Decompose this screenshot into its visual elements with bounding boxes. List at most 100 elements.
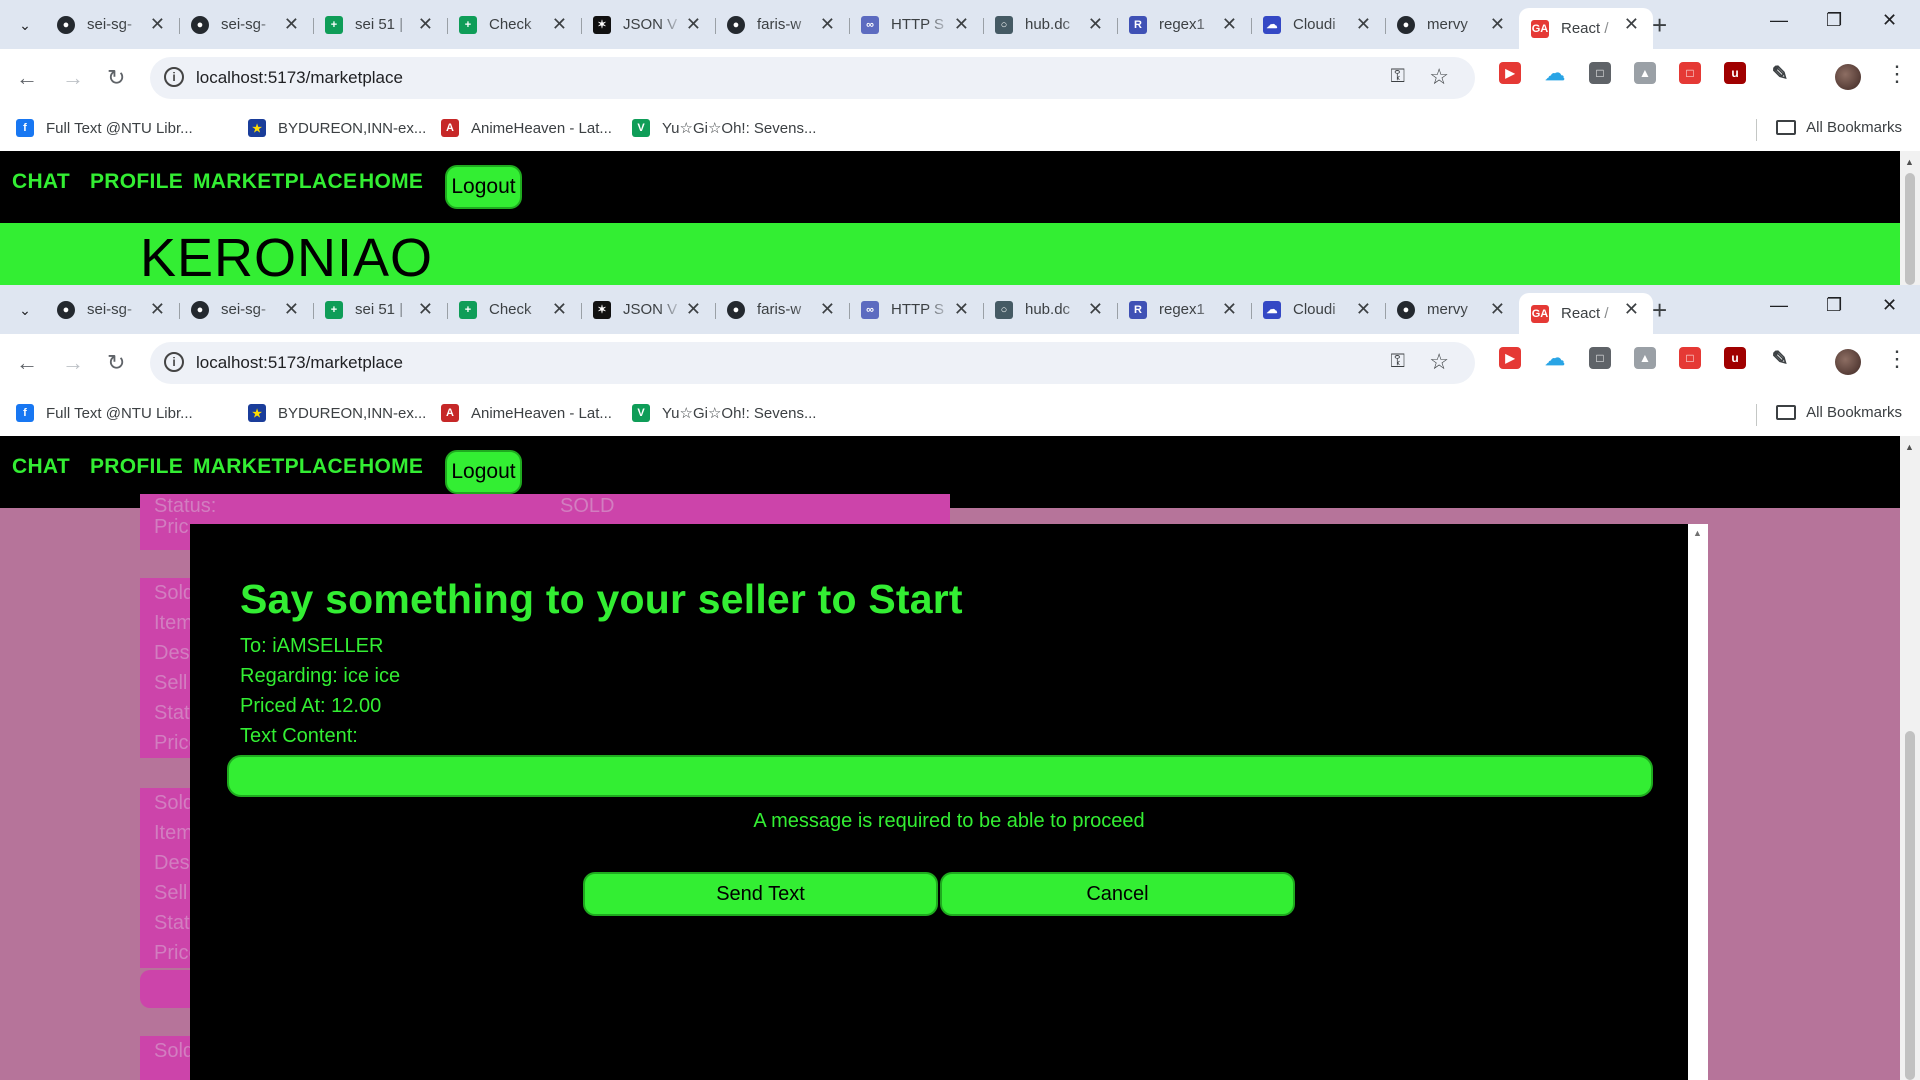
tab-close-icon[interactable]: ✕ (284, 299, 299, 320)
tab-close-icon[interactable]: ✕ (820, 299, 835, 320)
puzzle-piece-extension-icon[interactable]: ▲ (1634, 62, 1656, 84)
video-extension-icon[interactable]: ▶ (1499, 62, 1521, 84)
browser-tab[interactable]: ✶ JSON V ✕ (581, 293, 715, 326)
bookmark-item[interactable]: ★ BYDUREON,INN-ex... (248, 119, 426, 137)
new-tab-plus-icon[interactable]: + (1652, 295, 1667, 326)
tab-close-icon[interactable]: ✕ (954, 299, 969, 320)
tab-close-icon[interactable]: ✕ (1088, 299, 1103, 320)
browser-tab[interactable]: + Check ✕ (447, 8, 581, 41)
browser-tab[interactable]: ● mervy ✕ (1385, 293, 1519, 326)
tab-close-icon[interactable]: ✕ (820, 14, 835, 35)
tab-close-icon[interactable]: ✕ (954, 14, 969, 35)
profile-avatar[interactable] (1835, 349, 1861, 375)
site-info-icon[interactable]: i (164, 352, 184, 372)
browser-tab[interactable]: + sei 51 | ✕ (313, 293, 447, 326)
tab-close-icon[interactable]: ✕ (1490, 14, 1505, 35)
puzzle-piece-extension-icon[interactable]: ▲ (1634, 347, 1656, 369)
menu-dots-icon[interactable]: ⋮ (1886, 61, 1908, 87)
tab-close-icon[interactable]: ✕ (284, 14, 299, 35)
menu-dots-icon[interactable]: ⋮ (1886, 346, 1908, 372)
nav-profile-link[interactable]: PROFILE (90, 455, 183, 479)
nav-chat-link[interactable]: CHAT (12, 455, 70, 479)
cloud-extension-icon[interactable]: ☁ (1544, 347, 1566, 370)
tab-close-icon[interactable]: ✕ (1222, 299, 1237, 320)
browser-tab[interactable]: ∞ HTTP S ✕ (849, 8, 983, 41)
browser-tab[interactable]: ☁ Cloudi ✕ (1251, 293, 1385, 326)
browser-tab[interactable]: ● sei-sg- ✕ (45, 8, 179, 41)
scroll-up-arrow-icon[interactable]: ▲ (1693, 528, 1702, 538)
message-input[interactable] (227, 755, 1653, 797)
browser-tab[interactable]: ● faris-w ✕ (715, 293, 849, 326)
browser-tab[interactable]: ● sei-sg- ✕ (45, 293, 179, 326)
browser-tab[interactable]: ✶ JSON V ✕ (581, 8, 715, 41)
tab-close-icon[interactable]: ✕ (418, 299, 433, 320)
browser-tab[interactable]: ● mervy ✕ (1385, 8, 1519, 41)
browser-tab[interactable]: Rregex1 ✕ (1117, 293, 1251, 326)
scroll-thumb[interactable] (1905, 731, 1915, 1080)
nav-home-link[interactable]: HOME (359, 455, 423, 479)
minimize-icon[interactable]: — (1770, 295, 1788, 316)
all-bookmarks-button[interactable]: All Bookmarks (1776, 119, 1902, 136)
password-key-icon[interactable]: ⚿ (1391, 66, 1405, 88)
scroll-up-arrow-icon[interactable]: ▲ (1905, 442, 1914, 452)
window-close-icon[interactable]: ✕ (1882, 295, 1897, 316)
minimize-icon[interactable]: — (1770, 10, 1788, 31)
browser-tab[interactable]: ● sei-sg- ✕ (179, 8, 313, 41)
tab-close-icon[interactable]: ✕ (686, 14, 701, 35)
cancel-button[interactable]: Cancel (940, 872, 1295, 916)
tab-close-icon[interactable]: ✕ (552, 299, 567, 320)
bookmark-star-icon[interactable]: ☆ (1429, 64, 1449, 90)
page-scrollbar[interactable]: ▲ (1900, 151, 1920, 285)
scroll-thumb[interactable] (1905, 173, 1915, 285)
restore-icon[interactable]: ❐ (1826, 295, 1842, 316)
address-bar[interactable]: i localhost:5173/marketplace ⚿ ☆ (150, 57, 1475, 99)
tab-close-icon[interactable]: ✕ (1356, 14, 1371, 35)
all-bookmarks-button[interactable]: All Bookmarks (1776, 404, 1902, 421)
video-extension-icon[interactable]: ▶ (1499, 347, 1521, 369)
tab-search-chevron-icon[interactable]: ⌄ (12, 12, 38, 38)
bookmark-item[interactable]: A AnimeHeaven - Lat... (441, 404, 612, 422)
save-extension-icon[interactable]: □ (1679, 347, 1701, 369)
bookmark-item[interactable]: A AnimeHeaven - Lat... (441, 119, 612, 137)
reload-icon[interactable]: ↻ (107, 350, 125, 376)
site-info-icon[interactable]: i (164, 67, 184, 87)
logout-button[interactable]: Logout (445, 165, 522, 209)
scroll-up-arrow-icon[interactable]: ▲ (1905, 157, 1914, 167)
window-close-icon[interactable]: ✕ (1882, 10, 1897, 31)
forward-arrow-icon[interactable]: → (62, 65, 84, 91)
nav-marketplace-link[interactable]: MARKETPLACE (193, 170, 357, 194)
browser-tab[interactable]: ☁ Cloudi ✕ (1251, 8, 1385, 41)
ublock-origin-icon[interactable]: u (1724, 62, 1746, 84)
cloud-extension-icon[interactable]: ☁ (1544, 62, 1566, 85)
profile-avatar[interactable] (1835, 64, 1861, 90)
page-scrollbar[interactable]: ▲ (1900, 436, 1920, 1080)
tab-close-icon[interactable]: ✕ (1490, 299, 1505, 320)
bookmark-item[interactable]: f Full Text @NTU Libr... (16, 404, 193, 422)
tab-close-icon[interactable]: ✕ (552, 14, 567, 35)
nav-home-link[interactable]: HOME (359, 170, 423, 194)
url-text[interactable]: localhost:5173/marketplace (196, 68, 403, 88)
browser-tab[interactable]: ○ hub.dc ✕ (983, 8, 1117, 41)
bookmark-item[interactable]: f Full Text @NTU Libr... (16, 119, 193, 137)
browser-tab[interactable]: + sei 51 | ✕ (313, 8, 447, 41)
tab-search-chevron-icon[interactable]: ⌄ (12, 297, 38, 323)
new-tab-plus-icon[interactable]: + (1652, 10, 1667, 41)
tab-close-icon[interactable]: ✕ (1356, 299, 1371, 320)
url-text[interactable]: localhost:5173/marketplace (196, 353, 403, 373)
browser-tab[interactable]: GA React / ✕ (1519, 8, 1653, 49)
address-bar[interactable]: i localhost:5173/marketplace ⚿ ☆ (150, 342, 1475, 384)
bookmark-item[interactable]: V Yu☆Gi☆Oh!: Sevens... (632, 119, 816, 137)
back-arrow-icon[interactable]: ← (16, 350, 38, 376)
restore-icon[interactable]: ❐ (1826, 10, 1842, 31)
tab-close-icon[interactable]: ✕ (686, 299, 701, 320)
logout-button[interactable]: Logout (445, 450, 522, 494)
browser-tab[interactable]: GA React / ✕ (1519, 293, 1653, 334)
browser-tab[interactable]: Rregex1 ✕ (1117, 8, 1251, 41)
tab-close-icon[interactable]: ✕ (418, 14, 433, 35)
nav-chat-link[interactable]: CHAT (12, 170, 70, 194)
ublock-origin-icon[interactable]: u (1724, 347, 1746, 369)
tab-close-icon[interactable]: ✕ (150, 14, 165, 35)
extensions-puzzle-icon[interactable]: ✎ (1769, 62, 1791, 85)
line-extension-icon[interactable]: □ (1589, 347, 1611, 369)
bookmark-item[interactable]: ★ BYDUREON,INN-ex... (248, 404, 426, 422)
